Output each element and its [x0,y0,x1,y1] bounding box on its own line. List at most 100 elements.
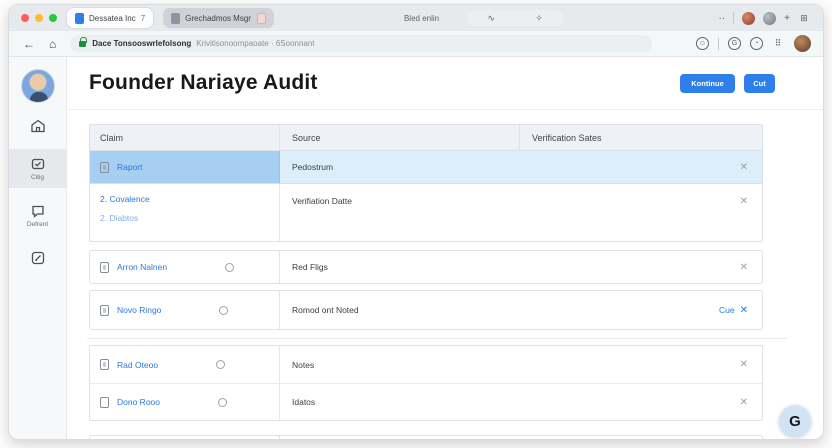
claim-link[interactable]: Dono Rooo [117,397,160,407]
claim-cell: Novo Ringo [90,291,280,329]
status-cell: Cue ✕ [520,291,762,329]
tab-title: Grechadmos Msgr [185,13,251,23]
tab-favicon [75,12,84,24]
table-row[interactable]: Novo Ringo Romod ont Noted Cue ✕ [89,290,763,330]
chat-extension-icon[interactable]: ☺ [696,37,709,50]
status-cell: ✕ [520,184,762,241]
checkbox-icon[interactable] [100,359,109,370]
window-controls [21,14,57,22]
url-path: Krivitisonoompaoate · 6Soonnant [196,39,315,48]
table-row[interactable]: Emmanus Initials Manage [89,435,763,439]
secondary-action-button[interactable]: Cut [744,73,775,93]
table-group-top: Claim Source Verification Sates Raport P… [89,124,763,242]
inbox-check-icon [31,158,44,170]
checkbox-icon[interactable] [100,304,109,316]
browser-tab-2[interactable]: Grechadmos Msgr [163,8,274,28]
new-tab-button[interactable]: + [784,13,790,24]
edit-icon [31,251,44,265]
claim-link[interactable]: Arron Nalnen [117,262,167,272]
strip-caption: Bled enlin [403,13,440,23]
radio-button[interactable] [219,305,229,315]
chat-bubble-icon [31,205,44,218]
radio-button[interactable] [218,397,228,407]
tab-strip: Dessatea Inc 7 Grechadmos Msgr Bled enli… [9,5,823,31]
radio-button[interactable] [225,262,235,272]
table-row[interactable]: 2. Covalence 2. Diabtos Verifiation Datt… [90,184,762,241]
g-badge-icon[interactable]: G [728,37,741,50]
search-pill[interactable]: ∿ ✧ [467,10,564,26]
source-cell: Pedostrum [280,151,520,183]
claim-link[interactable]: 2. Covalence [100,194,150,204]
sidebar-item-claims[interactable]: Citig [9,149,66,188]
primary-action-button[interactable]: Kontinue [680,73,735,93]
claim-link[interactable]: Raport [117,162,143,172]
sidebar-item-reports[interactable]: Defrent [9,196,66,235]
address-bar[interactable]: Dace Tonsooswrlefolsong Krivitisonoompao… [70,35,653,52]
claim-link[interactable]: Rad Oteoo [117,360,158,370]
table-row[interactable]: Arron Nalnen Red Fligs ✕ [89,250,763,284]
divider [733,12,735,24]
close-icon[interactable]: ✕ [740,305,748,316]
source-cell: Notes [280,346,520,383]
status-cell: ✕ [520,251,762,283]
browser-tab-1[interactable]: Dessatea Inc 7 [67,8,154,28]
close-icon[interactable]: ✕ [740,262,748,273]
assistant-fab[interactable]: G [779,405,811,437]
app-body: Citig Defrent Founder Nariaye Audit Kont… [9,57,823,439]
close-icon[interactable]: ✕ [740,359,748,370]
account-avatar[interactable] [794,35,811,52]
divider [718,37,719,50]
minimize-window-button[interactable] [35,14,43,22]
profile-avatar-1[interactable] [742,11,756,25]
claim-link-secondary[interactable]: 2. Diabtos [100,213,138,223]
status-cell: Manage [520,436,762,439]
sidebar-item-home[interactable] [9,111,66,141]
home-icon[interactable]: ⌂ [49,37,56,51]
table-row-selected[interactable]: Raport Pedostrum ✕ [90,151,762,184]
header-buttons: Kontinue Cut [680,73,775,93]
sidebar-item-label: Defrent [26,221,49,228]
checkbox-icon[interactable] [100,261,109,273]
zoom-window-button[interactable] [49,14,57,22]
source-cell: Verifiation Datte [280,184,520,241]
close-icon[interactable]: ✕ [740,397,748,408]
table-row[interactable]: Dono Rooo Idatos ✕ [90,383,762,420]
status-cell: ✕ [520,384,762,420]
checkbox-icon[interactable] [100,161,109,173]
table-row[interactable]: Rad Oteoo Notes ✕ [90,346,762,383]
user-avatar[interactable] [20,69,55,103]
tab-favicon [171,12,181,24]
spark-icon: ✧ [535,12,543,23]
grid-apps-icon[interactable]: ⠿ [772,37,785,50]
table-group-bottom: Rad Oteoo Notes ✕ Dono Rooo Idatos ✕ [89,345,763,421]
radio-button[interactable] [216,360,226,369]
claim-cell: 2. Covalence 2. Diabtos [90,184,280,241]
status-cell: ✕ [520,151,762,183]
more-tabs-icon[interactable]: ·· [718,13,725,24]
back-button[interactable]: ← [23,37,35,51]
page-header: Founder Nariaye Audit Kontinue Cut [67,57,823,110]
source-text: Red Fligs [292,262,328,272]
claim-link[interactable]: Novo Ringo [117,305,161,315]
profile-avatar-2[interactable] [763,11,777,25]
browser-window: Dessatea Inc 7 Grechadmos Msgr Bled enli… [8,4,824,440]
checkbox-icon[interactable] [100,396,109,408]
table-header-row: Claim Source Verification Sates [90,125,762,151]
claim-cell: Arron Nalnen [90,251,280,283]
tab-suffix: 7 [140,13,146,23]
source-cell: Idatos [280,384,520,420]
section-divider [87,338,787,339]
header-source: Source [280,125,520,150]
sidebar-item-edit[interactable] [9,243,66,273]
cue-link[interactable]: Cue [719,305,735,315]
close-window-button[interactable] [21,14,29,22]
wave-icon: ∿ [487,12,495,23]
clock-icon[interactable]: ◔ [750,37,763,50]
close-icon[interactable]: ✕ [740,196,748,207]
tab-overview-icon[interactable]: ⊞ [798,12,811,25]
page-title: Founder Nariaye Audit [89,71,318,94]
pin-icon [256,12,266,24]
source-text: Romod ont Noted [292,305,359,315]
claim-cell: Raport [90,151,280,183]
close-icon[interactable]: ✕ [740,162,748,173]
